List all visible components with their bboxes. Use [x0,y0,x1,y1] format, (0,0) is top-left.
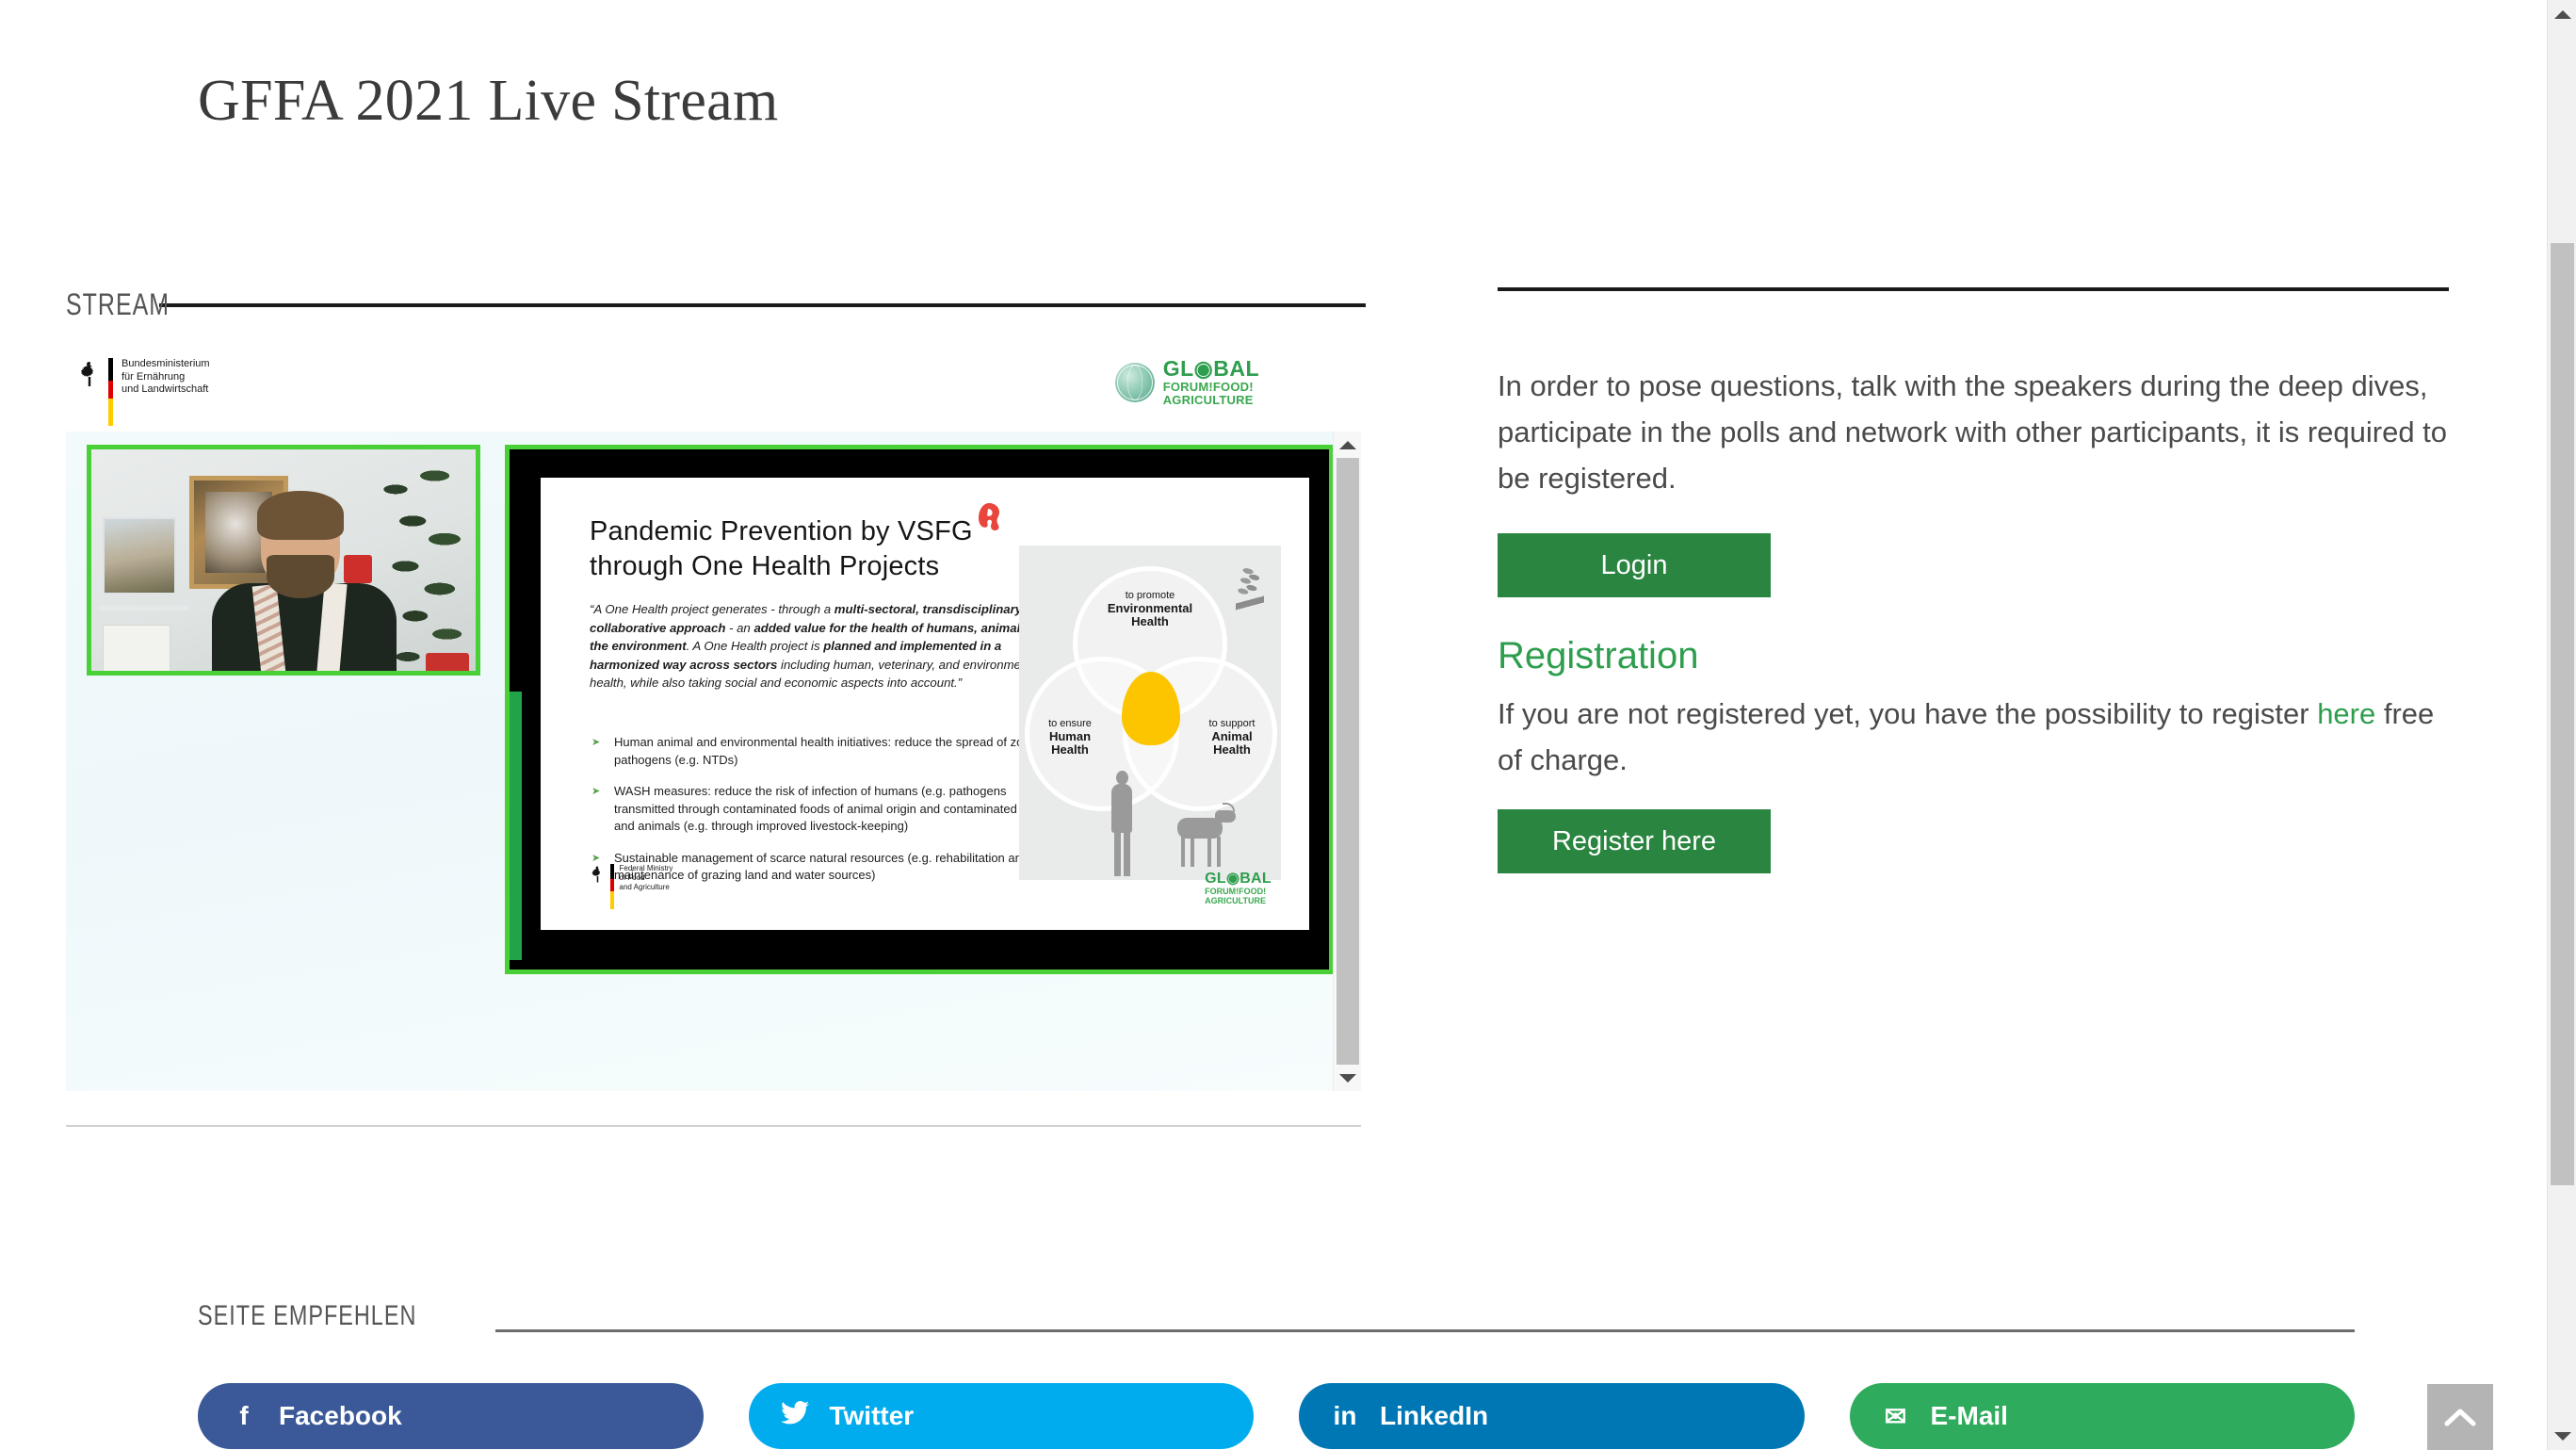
wall-shelf [99,606,188,611]
bmel-logo-de: Bundesministerium für Ernährung und Land… [77,358,210,426]
share-email-label: E-Mail [1930,1401,2008,1430]
slide-gffa-logo: GL◉BAL FORUM!FOOD! AGRICULTURE [1205,872,1272,905]
linkedin-icon: in [1333,1401,1357,1430]
stream-inner-scrollbar[interactable] [1333,432,1361,1091]
share-twitter-button[interactable]: Twitter [748,1383,1254,1449]
bmel-logo-en-text: Federal Ministry of Food and Agriculture [619,864,673,891]
slide-bullet-item: WASH measures: reduce the risk of infect… [590,783,1065,836]
bmel-logo-en: Federal Ministry of Food and Agriculture [590,864,672,909]
stream-heading-label: STREAM [66,287,170,321]
browser-scrollbar[interactable] [2547,0,2576,1450]
page-title: GFFA 2021 Live Stream [198,69,779,133]
info-section-heading [1498,287,2449,291]
bmel-logo-text: Bundesministerium für Ernährung und Land… [122,358,210,395]
slide-title-line1: Pandemic Prevention by VSFG [590,516,973,546]
slide-accent-strip [510,692,522,960]
info-heading-rule [1498,287,2449,291]
registration-heading: Registration [1498,635,1699,676]
share-facebook-label: Facebook [279,1401,402,1430]
twitter-icon [780,1400,809,1431]
registration-description: If you are not registered yet, you have … [1498,691,2449,783]
chevron-up-icon [2444,1409,2476,1426]
venn-label-animal: to support Animal Health [1208,718,1256,757]
red-object-1 [344,555,372,583]
slide-title: Pandemic Prevention by VSFG through One … [590,503,1001,584]
share-button-row: f Facebook Twitter in LinkedIn ✉ E-Mail [198,1383,2355,1449]
stream-heading-rule [159,302,1366,307]
speaker-hair [257,491,344,540]
share-twitter-label: Twitter [829,1401,915,1430]
stream-scroll-up-arrow[interactable] [1334,432,1361,458]
share-heading-label: SEITE EMPFEHLEN [198,1300,417,1331]
share-section-heading: SEITE EMPFEHLEN [198,1300,2355,1332]
red-object-2 [426,653,469,671]
registration-intro-text: In order to pose questions, talk with th… [1498,369,2448,495]
vsfg-logo-icon [978,503,999,530]
stream-scroll-down-arrow[interactable] [1334,1065,1361,1091]
slide-title-line2: through One Health Projects [590,551,940,581]
scroll-up-arrow[interactable] [2548,0,2576,28]
wall-picture-3 [103,625,170,671]
registration-text-before: If you are not registered yet, you have … [1498,697,2318,730]
slide-gffa-line1: GL◉BAL [1205,871,1272,887]
wheat-icon [1236,566,1264,640]
register-here-button[interactable]: Register here [1498,809,1771,873]
german-flag-bar [108,358,113,426]
slide-gffa-line3: AGRICULTURE [1205,896,1266,905]
stream-bottom-divider [66,1125,1361,1127]
slide-bullet-item: Human animal and environmental health in… [590,734,1065,769]
stream-scrollbar-thumb[interactable] [1337,458,1359,1065]
gffa-logo-line3: AGRICULTURE [1162,393,1254,407]
slide-quote: “A One Health project generates - throug… [590,602,1053,690]
stream-section-heading: STREAM [66,287,1366,322]
facebook-icon: f [239,1401,249,1430]
register-here-link[interactable]: here [2317,697,2375,730]
gffa-logo-text: GL◉BAL FORUM!FOOD! AGRICULTURE [1162,356,1259,407]
slide-gffa-line2: FORUM!FOOD! [1205,887,1267,896]
gffa-logo-line1: GL◉BAL [1162,356,1259,381]
browser-scrollbar-thumb[interactable] [2551,243,2574,1185]
one-health-venn-diagram: to promote Environmental Health to ensur… [1019,546,1281,880]
login-button[interactable]: Login [1498,533,1771,597]
venn-label-environmental: to promote Environmental Health [1107,590,1193,628]
speaker-beard [267,555,334,598]
share-facebook-button[interactable]: f Facebook [198,1383,704,1449]
gffa-logo-line2: FORUM!FOOD! [1162,380,1254,394]
speaker-webcam-tile[interactable] [87,445,480,676]
german-eagle-icon [80,362,94,386]
globe-icon [1114,362,1155,402]
share-linkedin-label: LinkedIn [1380,1401,1489,1430]
gffa-logo: GL◉BAL FORUM!FOOD! AGRICULTURE [1114,356,1259,407]
share-linkedin-button[interactable]: in LinkedIn [1299,1383,1805,1449]
share-email-button[interactable]: ✉ E-Mail [1849,1383,2355,1449]
human-silhouette-icon [1106,771,1138,876]
wall-picture-1 [103,517,176,595]
german-eagle-icon [591,866,601,883]
stream-stage[interactable]: Pandemic Prevention by VSFG through One … [66,432,1361,1091]
registration-info-panel: In order to pose questions, talk with th… [1498,363,2449,873]
german-flag-bar [610,864,614,909]
stream-player-header: Bundesministerium für Ernährung und Land… [66,330,1361,433]
envelope-icon: ✉ [1884,1401,1907,1431]
stream-player[interactable]: Bundesministerium für Ernährung und Land… [66,330,1361,1131]
presentation-slide-tile[interactable]: Pandemic Prevention by VSFG through One … [505,445,1334,974]
venn-label-human: to ensure Human Health [1048,718,1092,757]
scroll-to-top-button[interactable] [2427,1384,2493,1450]
share-heading-rule [494,1329,2355,1332]
slide-canvas: Pandemic Prevention by VSFG through One … [541,478,1309,930]
page-root: GFFA 2021 Live Stream STREAM Bundesminis… [0,0,2576,1450]
scroll-down-arrow[interactable] [2548,1422,2576,1450]
goat-silhouette-icon [1170,803,1238,869]
